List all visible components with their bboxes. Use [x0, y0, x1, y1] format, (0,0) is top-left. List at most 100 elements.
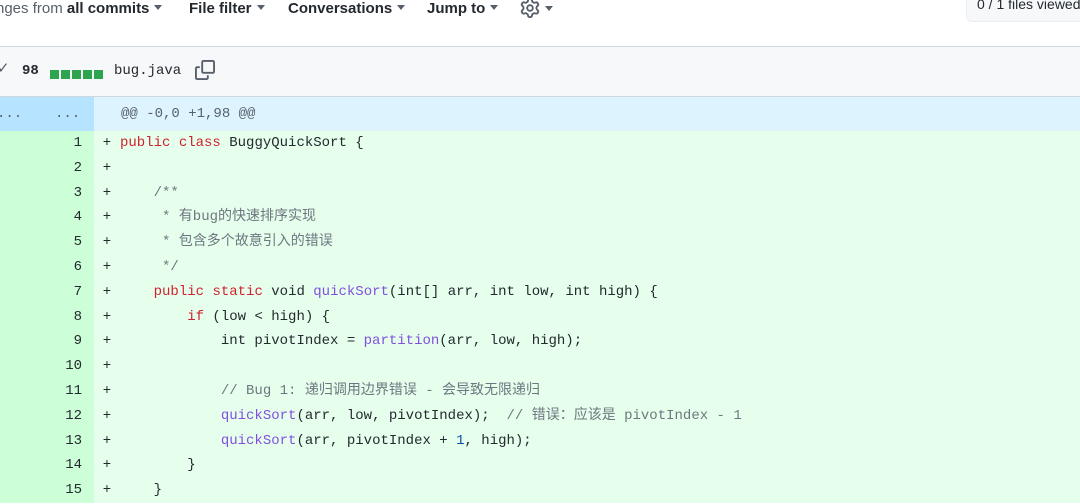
- diff-line: 11 + // Bug 1: 递归调用边界错误 - 会导致无限递归: [0, 378, 1080, 404]
- addition-marker: +: [102, 407, 112, 424]
- files-viewed-label: 0 / 1 files viewed: [977, 0, 1080, 12]
- addition-marker: +: [102, 234, 112, 251]
- copy-icon[interactable]: [195, 60, 215, 85]
- line-number[interactable]: 12: [0, 403, 94, 429]
- commits-range-label: all commits: [66, 0, 150, 17]
- addition-marker: +: [102, 209, 112, 226]
- function-name: quickSort: [220, 432, 297, 449]
- file-header: ✓ 98 bug.java: [0, 46, 1080, 97]
- line-number[interactable]: 9: [0, 329, 94, 355]
- line-number[interactable]: 1: [0, 131, 94, 156]
- file-filter-label: File filter: [189, 0, 252, 17]
- code-token: (low < high) {: [204, 308, 331, 325]
- jump-to-dropdown[interactable]: Jump to: [427, 0, 499, 20]
- code-token: (int[] arr, int low, int high) {: [388, 283, 658, 300]
- addition-marker: +: [102, 184, 112, 201]
- diffstat-count: 98: [22, 63, 39, 79]
- line-number-text: 9: [73, 333, 82, 350]
- code-token: (arr, low, pivotIndex);: [296, 407, 507, 424]
- addition-marker: +: [102, 358, 112, 375]
- code-text: public static void quickSort(int[] arr, …: [120, 280, 658, 305]
- diff-settings-dropdown[interactable]: [520, 0, 553, 18]
- diff-line: 14 + }: [0, 453, 1080, 479]
- diff-line: 5 + * 包含多个故意引入的错误: [0, 230, 1080, 255]
- line-number-text: 7: [73, 283, 82, 300]
- line-number[interactable]: 11: [0, 378, 94, 404]
- line-number-text: 14: [65, 457, 82, 474]
- collapse-chevron-icon[interactable]: ✓: [0, 59, 10, 77]
- addition-marker: +: [102, 308, 112, 325]
- jump-to-label: Jump to: [427, 0, 486, 17]
- code-comment: * 包含多个故意引入的错误: [120, 234, 333, 251]
- line-number-text: 13: [65, 432, 82, 449]
- keyword: class: [178, 135, 221, 151]
- line-number[interactable]: 6: [0, 254, 94, 280]
- keyword: if: [187, 308, 205, 325]
- gear-icon: [520, 0, 540, 18]
- line-number[interactable]: 10: [0, 354, 94, 379]
- line-number[interactable]: 15: [0, 478, 94, 503]
- diffstat-block: [61, 70, 70, 79]
- line-number[interactable]: 2: [0, 155, 94, 181]
- diff-line: 7 + public static void quickSort(int[] a…: [0, 279, 1080, 305]
- diffstat-bar: [50, 66, 105, 84]
- code-comment: /**: [120, 184, 179, 201]
- commits-range-dropdown[interactable]: nges from all commits: [0, 0, 163, 20]
- addition-marker: +: [102, 258, 112, 275]
- function-name: quickSort: [313, 283, 389, 300]
- keyword: public: [120, 135, 171, 151]
- file-name-link[interactable]: bug.java: [114, 63, 181, 79]
- addition-marker: +: [102, 482, 112, 499]
- line-number-text: 11: [65, 382, 82, 399]
- code-comment: // Bug 1: 递归调用边界错误 - 会导致无限递归: [120, 382, 541, 399]
- diff-line: 13 + quickSort(arr, pivotIndex + 1, high…: [0, 428, 1080, 454]
- line-number-text: 1: [73, 135, 82, 151]
- line-number[interactable]: 13: [0, 428, 94, 454]
- files-viewed-counter[interactable]: 0 / 1 files viewed: [966, 0, 1080, 22]
- diff-line: 2 +: [0, 155, 1080, 181]
- diffstat-block: [50, 70, 59, 79]
- diff-line: 12 + quickSort(arr, low, pivotIndex); //…: [0, 403, 1080, 429]
- diff-line: 15 + }: [0, 478, 1080, 503]
- line-number[interactable]: 8: [0, 304, 94, 330]
- diff-line: 1 + public class BuggyQuickSort {: [0, 131, 1080, 156]
- line-number[interactable]: 3: [0, 180, 94, 206]
- addition-marker: +: [102, 333, 112, 350]
- line-number-text: 8: [73, 308, 82, 325]
- code-text: quickSort(arr, pivotIndex + 1, high);: [120, 429, 532, 454]
- line-number[interactable]: 7: [0, 279, 94, 305]
- hunk-old-dots: ...: [0, 106, 23, 122]
- addition-marker: +: [102, 432, 112, 449]
- code-token: , high);: [464, 432, 532, 449]
- line-number[interactable]: 14: [0, 453, 94, 479]
- hunk-header-text: @@ -0,0 +1,98 @@: [121, 106, 256, 122]
- conversations-dropdown[interactable]: Conversations: [288, 0, 406, 20]
- code-token: int pivotIndex =: [220, 333, 364, 350]
- number-literal: 1: [456, 432, 465, 449]
- addition-marker: +: [102, 382, 112, 399]
- keyword: static: [212, 283, 263, 300]
- diff-line: 4 + * 有bug的快速排序实现: [0, 205, 1080, 231]
- conversations-label: Conversations: [288, 0, 393, 17]
- chevron-down-icon: [545, 6, 553, 11]
- commits-range-prefix: nges from: [0, 0, 63, 17]
- file-filter-dropdown[interactable]: File filter: [189, 0, 265, 20]
- expand-hunk-gutter[interactable]: ... ...: [0, 97, 94, 131]
- line-number[interactable]: 4: [0, 205, 94, 231]
- diffstat-block: [72, 70, 81, 79]
- code-text: public class BuggyQuickSort {: [120, 131, 364, 156]
- line-number-text: 12: [65, 407, 82, 424]
- line-number-text: 10: [65, 358, 82, 375]
- line-number[interactable]: 5: [0, 230, 94, 255]
- diffstat-block: [94, 70, 103, 79]
- line-number-text: 15: [65, 482, 82, 499]
- hunk-header-row: ... ... @@ -0,0 +1,98 @@: [0, 97, 1080, 131]
- line-number-text: 3: [73, 184, 82, 201]
- code-token: (arr, pivotIndex +: [296, 432, 457, 449]
- addition-marker: +: [102, 457, 112, 474]
- function-name: partition: [363, 333, 440, 350]
- chevron-down-icon: [256, 5, 265, 10]
